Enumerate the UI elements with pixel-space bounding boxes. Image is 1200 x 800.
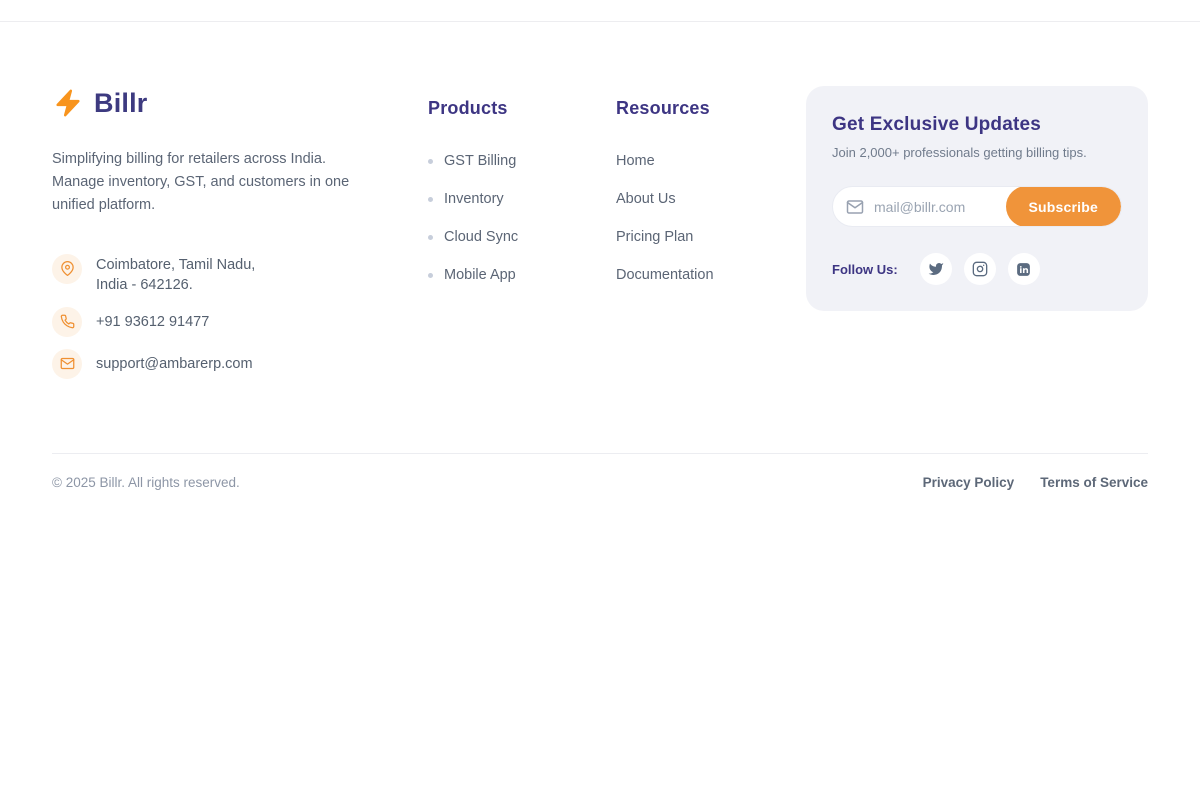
linkedin-icon	[1015, 261, 1032, 278]
social-twitter-button[interactable]	[920, 253, 952, 285]
input-mail-icon	[846, 198, 864, 216]
link-label: Documentation	[616, 267, 714, 283]
bolt-icon	[52, 86, 84, 120]
brand-logo: Billr	[52, 86, 428, 120]
newsletter-title: Get Exclusive Updates	[832, 114, 1122, 136]
link-documentation[interactable]: Documentation	[616, 267, 805, 283]
brand-name: Billr	[94, 88, 148, 119]
link-label: Cloud Sync	[444, 229, 518, 245]
contact-list: Coimbatore, Tamil Nadu, India - 642126. …	[52, 254, 428, 379]
resources-column: Resources Home About Us Pricing Plan Doc…	[616, 86, 805, 305]
instagram-icon	[972, 261, 988, 277]
follow-label: Follow Us:	[832, 262, 898, 277]
bullet-dot	[428, 235, 433, 240]
copyright-text: © 2025 Billr. All rights reserved.	[52, 475, 240, 490]
subscribe-button[interactable]: Subscribe	[1006, 186, 1122, 227]
link-label: Pricing Plan	[616, 229, 693, 245]
bottom-bar: © 2025 Billr. All rights reserved. Priva…	[52, 453, 1148, 511]
contact-email: support@ambarerp.com	[52, 349, 428, 379]
terms-of-service-link[interactable]: Terms of Service	[1040, 475, 1148, 490]
link-label: Home	[616, 153, 655, 169]
email-text: support@ambarerp.com	[96, 353, 253, 374]
link-inventory[interactable]: Inventory	[428, 191, 616, 207]
newsletter-subtitle: Join 2,000+ professionals getting billin…	[832, 145, 1122, 160]
link-mobile-app[interactable]: Mobile App	[428, 267, 616, 283]
address-line-2: India - 642126.	[96, 277, 193, 293]
link-pricing-plan[interactable]: Pricing Plan	[616, 229, 805, 245]
brand-tagline: Simplifying billing for retailers across…	[52, 148, 374, 218]
products-column: Products GST Billing Inventory Cloud Syn…	[428, 86, 616, 305]
brand-column: Billr Simplifying billing for retailers …	[52, 86, 428, 391]
phone-text: +91 93612 91477	[96, 311, 209, 332]
link-label: Mobile App	[444, 267, 516, 283]
link-cloud-sync[interactable]: Cloud Sync	[428, 229, 616, 245]
link-gst-billing[interactable]: GST Billing	[428, 153, 616, 169]
phone-icon	[52, 307, 82, 337]
top-divider	[0, 0, 1200, 22]
newsletter-card: Get Exclusive Updates Join 2,000+ profes…	[806, 86, 1148, 311]
resources-title: Resources	[616, 98, 805, 119]
twitter-icon	[928, 261, 944, 277]
follow-row: Follow Us:	[832, 253, 1122, 285]
social-instagram-button[interactable]	[964, 253, 996, 285]
legal-links: Privacy Policy Terms of Service	[923, 475, 1148, 490]
email-input[interactable]	[872, 198, 1006, 216]
footer: Billr Simplifying billing for retailers …	[52, 22, 1148, 511]
bullet-dot	[428, 197, 433, 202]
address-line-1: Coimbatore, Tamil Nadu,	[96, 257, 255, 273]
link-home[interactable]: Home	[616, 153, 805, 169]
map-pin-icon	[52, 254, 82, 284]
products-title: Products	[428, 98, 616, 119]
link-label: About Us	[616, 191, 676, 207]
bullet-dot	[428, 159, 433, 164]
privacy-policy-link[interactable]: Privacy Policy	[923, 475, 1015, 490]
mail-icon	[52, 349, 82, 379]
address-text: Coimbatore, Tamil Nadu, India - 642126.	[96, 254, 255, 295]
subscribe-form: Subscribe	[832, 186, 1122, 227]
link-label: GST Billing	[444, 153, 516, 169]
link-about-us[interactable]: About Us	[616, 191, 805, 207]
contact-phone: +91 93612 91477	[52, 307, 428, 337]
link-label: Inventory	[444, 191, 504, 207]
social-linkedin-button[interactable]	[1008, 253, 1040, 285]
bullet-dot	[428, 273, 433, 278]
contact-address: Coimbatore, Tamil Nadu, India - 642126.	[52, 254, 428, 295]
